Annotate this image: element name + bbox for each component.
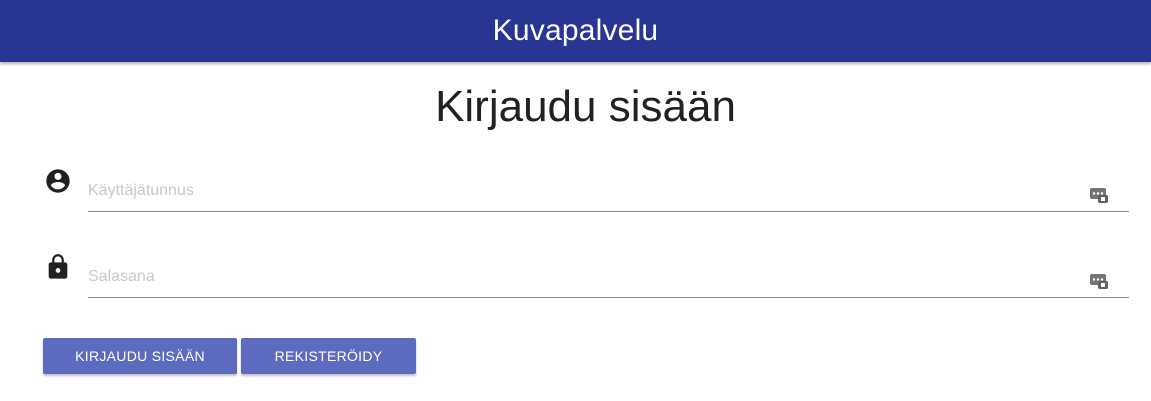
password-field	[88, 257, 1129, 298]
password-manager-icon[interactable]	[1089, 270, 1109, 290]
lock-icon	[44, 253, 72, 281]
page-title: Kirjaudu sisään	[435, 82, 736, 131]
username-field	[88, 171, 1129, 212]
register-button-label: REKISTERÖIDY	[274, 348, 383, 364]
account-circle-icon	[44, 167, 72, 195]
app-bar: Kuvapalvelu	[0, 0, 1151, 62]
app-title: Kuvapalvelu	[492, 14, 659, 47]
password-manager-icon[interactable]	[1089, 184, 1109, 204]
password-input[interactable]	[88, 265, 1068, 289]
login-button-label: KIRJAUDU SISÄÄN	[75, 348, 205, 364]
username-input[interactable]	[88, 179, 1068, 203]
register-button[interactable]: REKISTERÖIDY	[241, 338, 416, 374]
login-button[interactable]: KIRJAUDU SISÄÄN	[43, 338, 237, 374]
